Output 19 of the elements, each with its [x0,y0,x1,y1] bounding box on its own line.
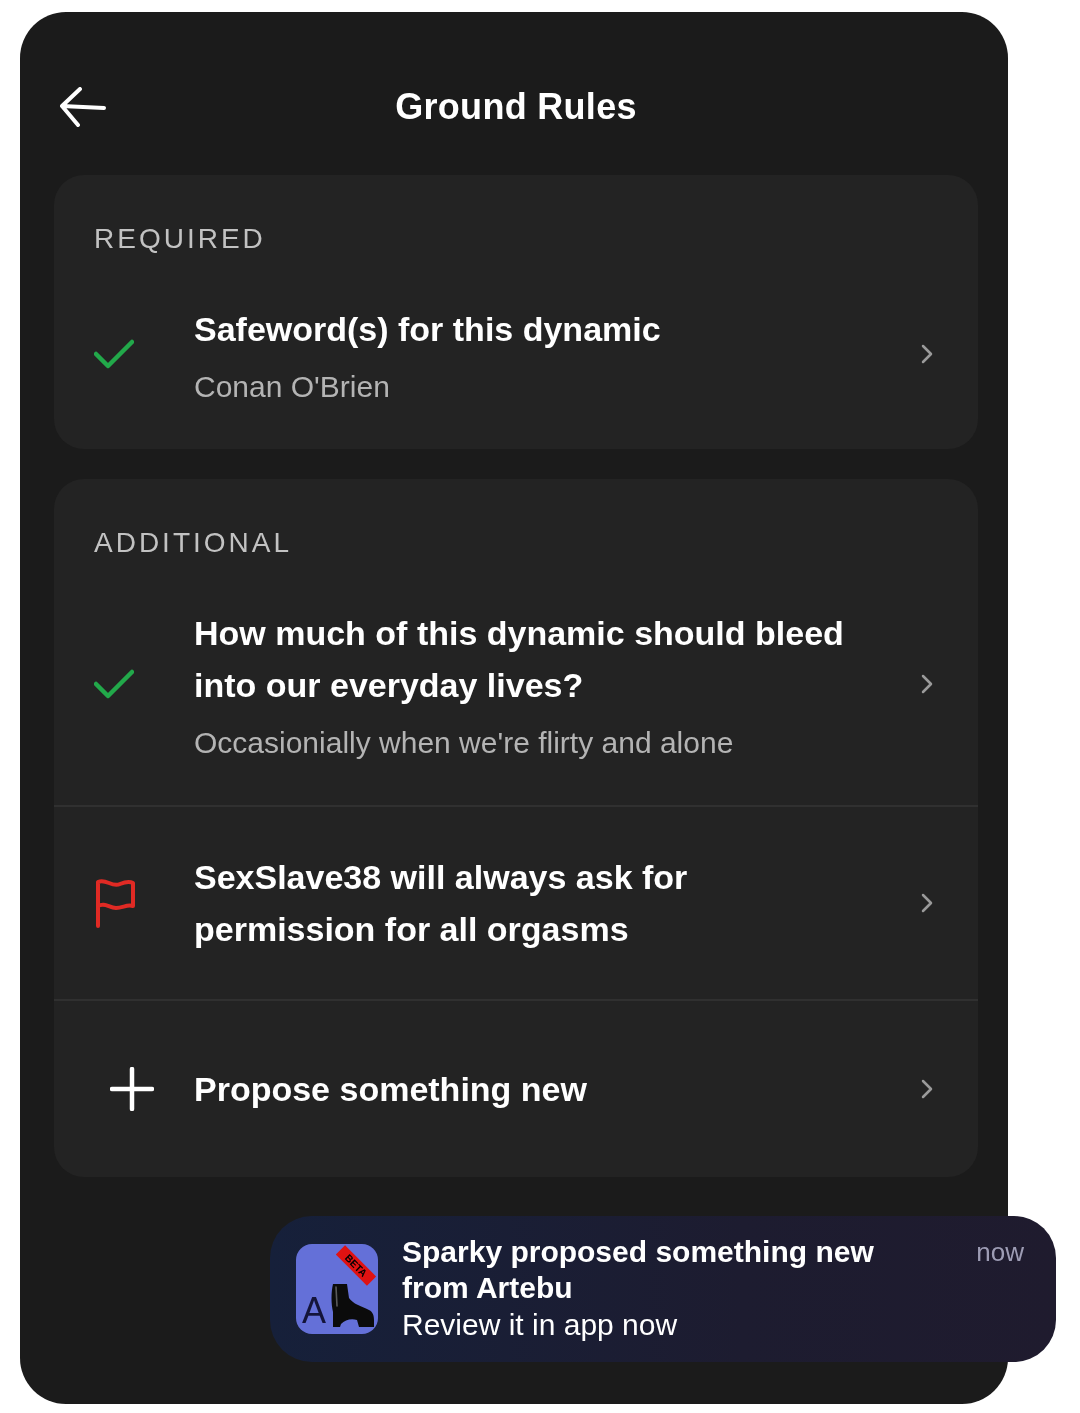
notification-title: Sparky proposed something new from Artebu [402,1234,875,1306]
rule-title[interactable]: Safeword(s) for this dynamic [194,303,661,355]
chevron-icon[interactable] [920,343,934,365]
section-heading: REQUIRED [94,223,266,255]
chevron-icon[interactable] [920,673,934,695]
back-arrow-icon [58,87,106,127]
notification-time: now [976,1236,1024,1269]
app-logo-letter: A [302,1292,326,1330]
rule-answer: Conan O'Brien [194,369,390,405]
rule-title[interactable]: How much of this dynamic should bleed into our everyday lives? [194,607,862,711]
notification-body: Review it in app now [402,1307,678,1343]
propose-link[interactable]: Propose something new [194,1063,587,1115]
chevron-icon[interactable] [920,1078,934,1100]
plus-icon[interactable] [110,1067,154,1111]
section-heading: ADDITIONAL [94,527,293,559]
rule-answer: Occasionially when we're flirty and alone [194,725,734,761]
screen-title: Ground Rules [395,86,637,128]
rule-title[interactable]: SexSlave38 will always ask for permission for all orgasms [194,851,862,955]
chevron-icon[interactable] [920,892,934,914]
